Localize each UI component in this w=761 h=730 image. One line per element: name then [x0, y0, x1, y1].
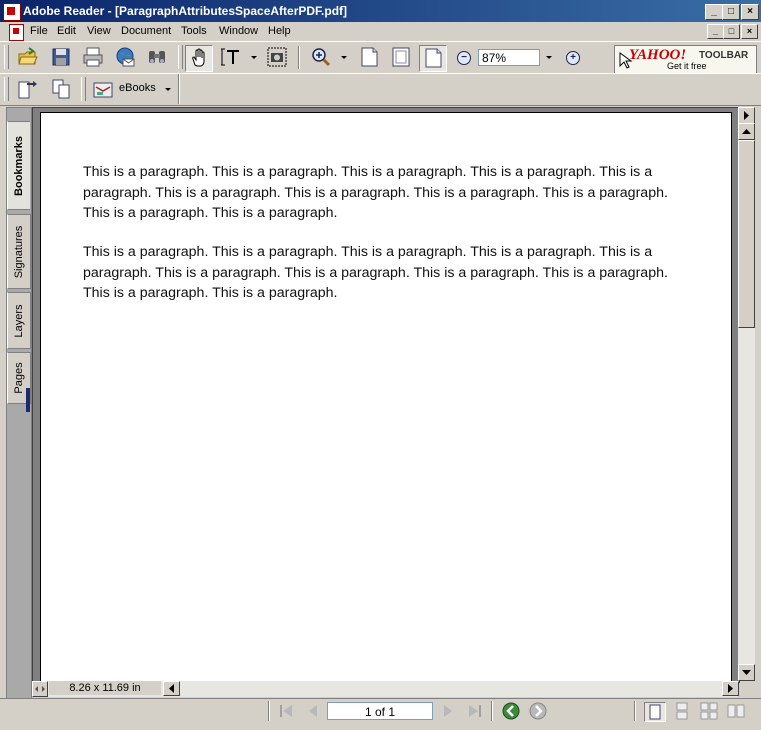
yahoo-tagline: Get it free	[667, 61, 707, 71]
scroll-left-button[interactable]	[163, 681, 180, 696]
arrow-up-icon	[742, 129, 751, 134]
pages-copy-icon[interactable]	[50, 78, 72, 100]
open-folder-icon[interactable]	[17, 46, 39, 68]
chevron-down-icon[interactable]	[340, 55, 348, 61]
toolbar-separator	[178, 74, 180, 104]
scroll-right-button[interactable]	[722, 681, 739, 696]
actual-size-icon[interactable]	[358, 46, 380, 68]
go-back-icon[interactable]	[502, 702, 520, 720]
menu-window[interactable]: Window	[219, 25, 258, 37]
page-size-label: 8.26 x 11.69 in	[49, 681, 161, 695]
toolbar-grip[interactable]	[4, 77, 9, 101]
arrow-right-icon	[744, 111, 749, 120]
close-button[interactable]: ×	[741, 4, 759, 20]
menu-file[interactable]: File	[30, 25, 48, 37]
fit-width-icon	[425, 48, 442, 68]
menu-bar: File Edit View Document Tools Window Hel…	[0, 22, 761, 41]
zoom-out-button[interactable]: −	[457, 51, 471, 65]
continuous-view-icon[interactable]	[672, 702, 692, 720]
horizontal-scroll-bar: 8.26 x 11.69 in	[32, 681, 739, 697]
last-page-icon[interactable]	[465, 703, 483, 719]
toolbar-separator	[298, 46, 300, 69]
toolbar-grip[interactable]	[178, 45, 183, 69]
yahoo-toolbar-label: TOOLBAR	[699, 50, 749, 61]
first-page-icon[interactable]	[278, 703, 296, 719]
arrow-left-icon	[169, 684, 174, 693]
navigation-panel: Bookmarks Signatures Layers Pages	[6, 107, 32, 699]
zoom-in-button[interactable]: +	[566, 51, 580, 65]
save-icon[interactable]	[50, 46, 72, 68]
single-page-view-button[interactable]	[644, 702, 666, 722]
zoom-tool-magnifier-icon[interactable]	[310, 46, 332, 68]
page-arrow-icon[interactable]	[17, 78, 39, 100]
menu-help[interactable]: Help	[268, 25, 291, 37]
secondary-toolbar: eBooks	[0, 73, 761, 106]
hand-icon	[192, 48, 205, 67]
go-forward-icon[interactable]	[529, 702, 547, 720]
tab-layers-label: Layers	[13, 303, 25, 338]
arrow-right-icon	[728, 684, 733, 693]
window-title: Adobe Reader - [ParagraphAttributesSpace…	[23, 4, 348, 18]
panel-expand-arrow-button[interactable]	[738, 107, 755, 124]
chevron-down-icon[interactable]	[164, 87, 172, 93]
scroll-down-button[interactable]	[738, 664, 755, 681]
zoom-input[interactable]: 87%	[478, 49, 540, 66]
print-icon[interactable]	[82, 46, 104, 68]
next-page-icon[interactable]	[439, 703, 457, 719]
facing-view-icon[interactable]	[726, 702, 746, 720]
scroll-up-button[interactable]	[738, 123, 755, 140]
paragraph-2: This is a paragraph. This is a paragraph…	[83, 244, 668, 301]
pdf-page: This is a paragraph. This is a paragraph…	[40, 112, 732, 687]
adobe-reader-app-icon[interactable]	[3, 3, 21, 21]
yahoo-toolbar-promo[interactable]: YAHOO! TOOLBAR Get it free	[614, 45, 757, 74]
ebooks-button-label[interactable]: eBooks	[119, 82, 156, 94]
hand-tool-button[interactable]	[185, 45, 213, 72]
tab-layers[interactable]: Layers	[7, 292, 31, 349]
email-globe-icon[interactable]	[114, 46, 136, 68]
zoom-dropdown-chevron-icon[interactable]	[545, 55, 553, 61]
doc-minimize-button[interactable]: _	[707, 24, 724, 39]
tab-bookmarks-label: Bookmarks	[13, 135, 25, 196]
tab-signatures-label: Signatures	[13, 225, 25, 278]
fit-width-button[interactable]	[419, 45, 447, 72]
tab-signatures[interactable]: Signatures	[7, 214, 31, 289]
minimize-button[interactable]: _	[705, 4, 723, 20]
resize-split-button[interactable]	[32, 681, 48, 697]
toolbar-grip[interactable]	[4, 45, 9, 69]
ebooks-icon[interactable]	[92, 79, 114, 101]
status-separator	[491, 701, 493, 721]
document-viewport[interactable]: This is a paragraph. This is a paragraph…	[32, 107, 740, 687]
single-page-icon	[649, 704, 661, 720]
paragraph-1: This is a paragraph. This is a paragraph…	[83, 164, 668, 221]
snapshot-camera-icon[interactable]	[266, 46, 288, 68]
menu-view[interactable]: View	[87, 25, 111, 37]
text-select-icon[interactable]	[220, 46, 242, 68]
chevron-down-icon[interactable]	[250, 55, 258, 61]
tab-pages-label: Pages	[13, 362, 25, 394]
tab-bookmarks[interactable]: Bookmarks	[7, 121, 30, 210]
doc-close-button[interactable]: ×	[741, 24, 758, 39]
search-binoculars-icon[interactable]	[146, 46, 168, 68]
menu-tools[interactable]: Tools	[181, 25, 207, 37]
fit-page-icon[interactable]	[390, 46, 412, 68]
vertical-scrollbar[interactable]	[738, 107, 755, 681]
page-number-input[interactable]: 1 of 1	[327, 702, 433, 720]
status-separator	[268, 701, 270, 721]
previous-page-icon[interactable]	[304, 703, 322, 719]
doc-restore-button[interactable]: □	[723, 24, 740, 39]
status-separator	[634, 701, 636, 721]
maximize-button[interactable]: □	[722, 4, 740, 20]
title-bar[interactable]: Adobe Reader - [ParagraphAttributesSpace…	[0, 0, 761, 22]
menu-edit[interactable]: Edit	[57, 25, 76, 37]
arrow-down-icon	[742, 670, 751, 675]
continuous-facing-view-icon[interactable]	[699, 702, 719, 720]
toolbar-grip[interactable]	[81, 77, 86, 101]
scroll-thumb[interactable]	[738, 140, 755, 328]
document-icon[interactable]	[9, 24, 24, 41]
panel-resize-handle[interactable]	[26, 388, 30, 412]
menu-document[interactable]: Document	[121, 25, 171, 37]
split-arrows-icon	[35, 686, 45, 692]
